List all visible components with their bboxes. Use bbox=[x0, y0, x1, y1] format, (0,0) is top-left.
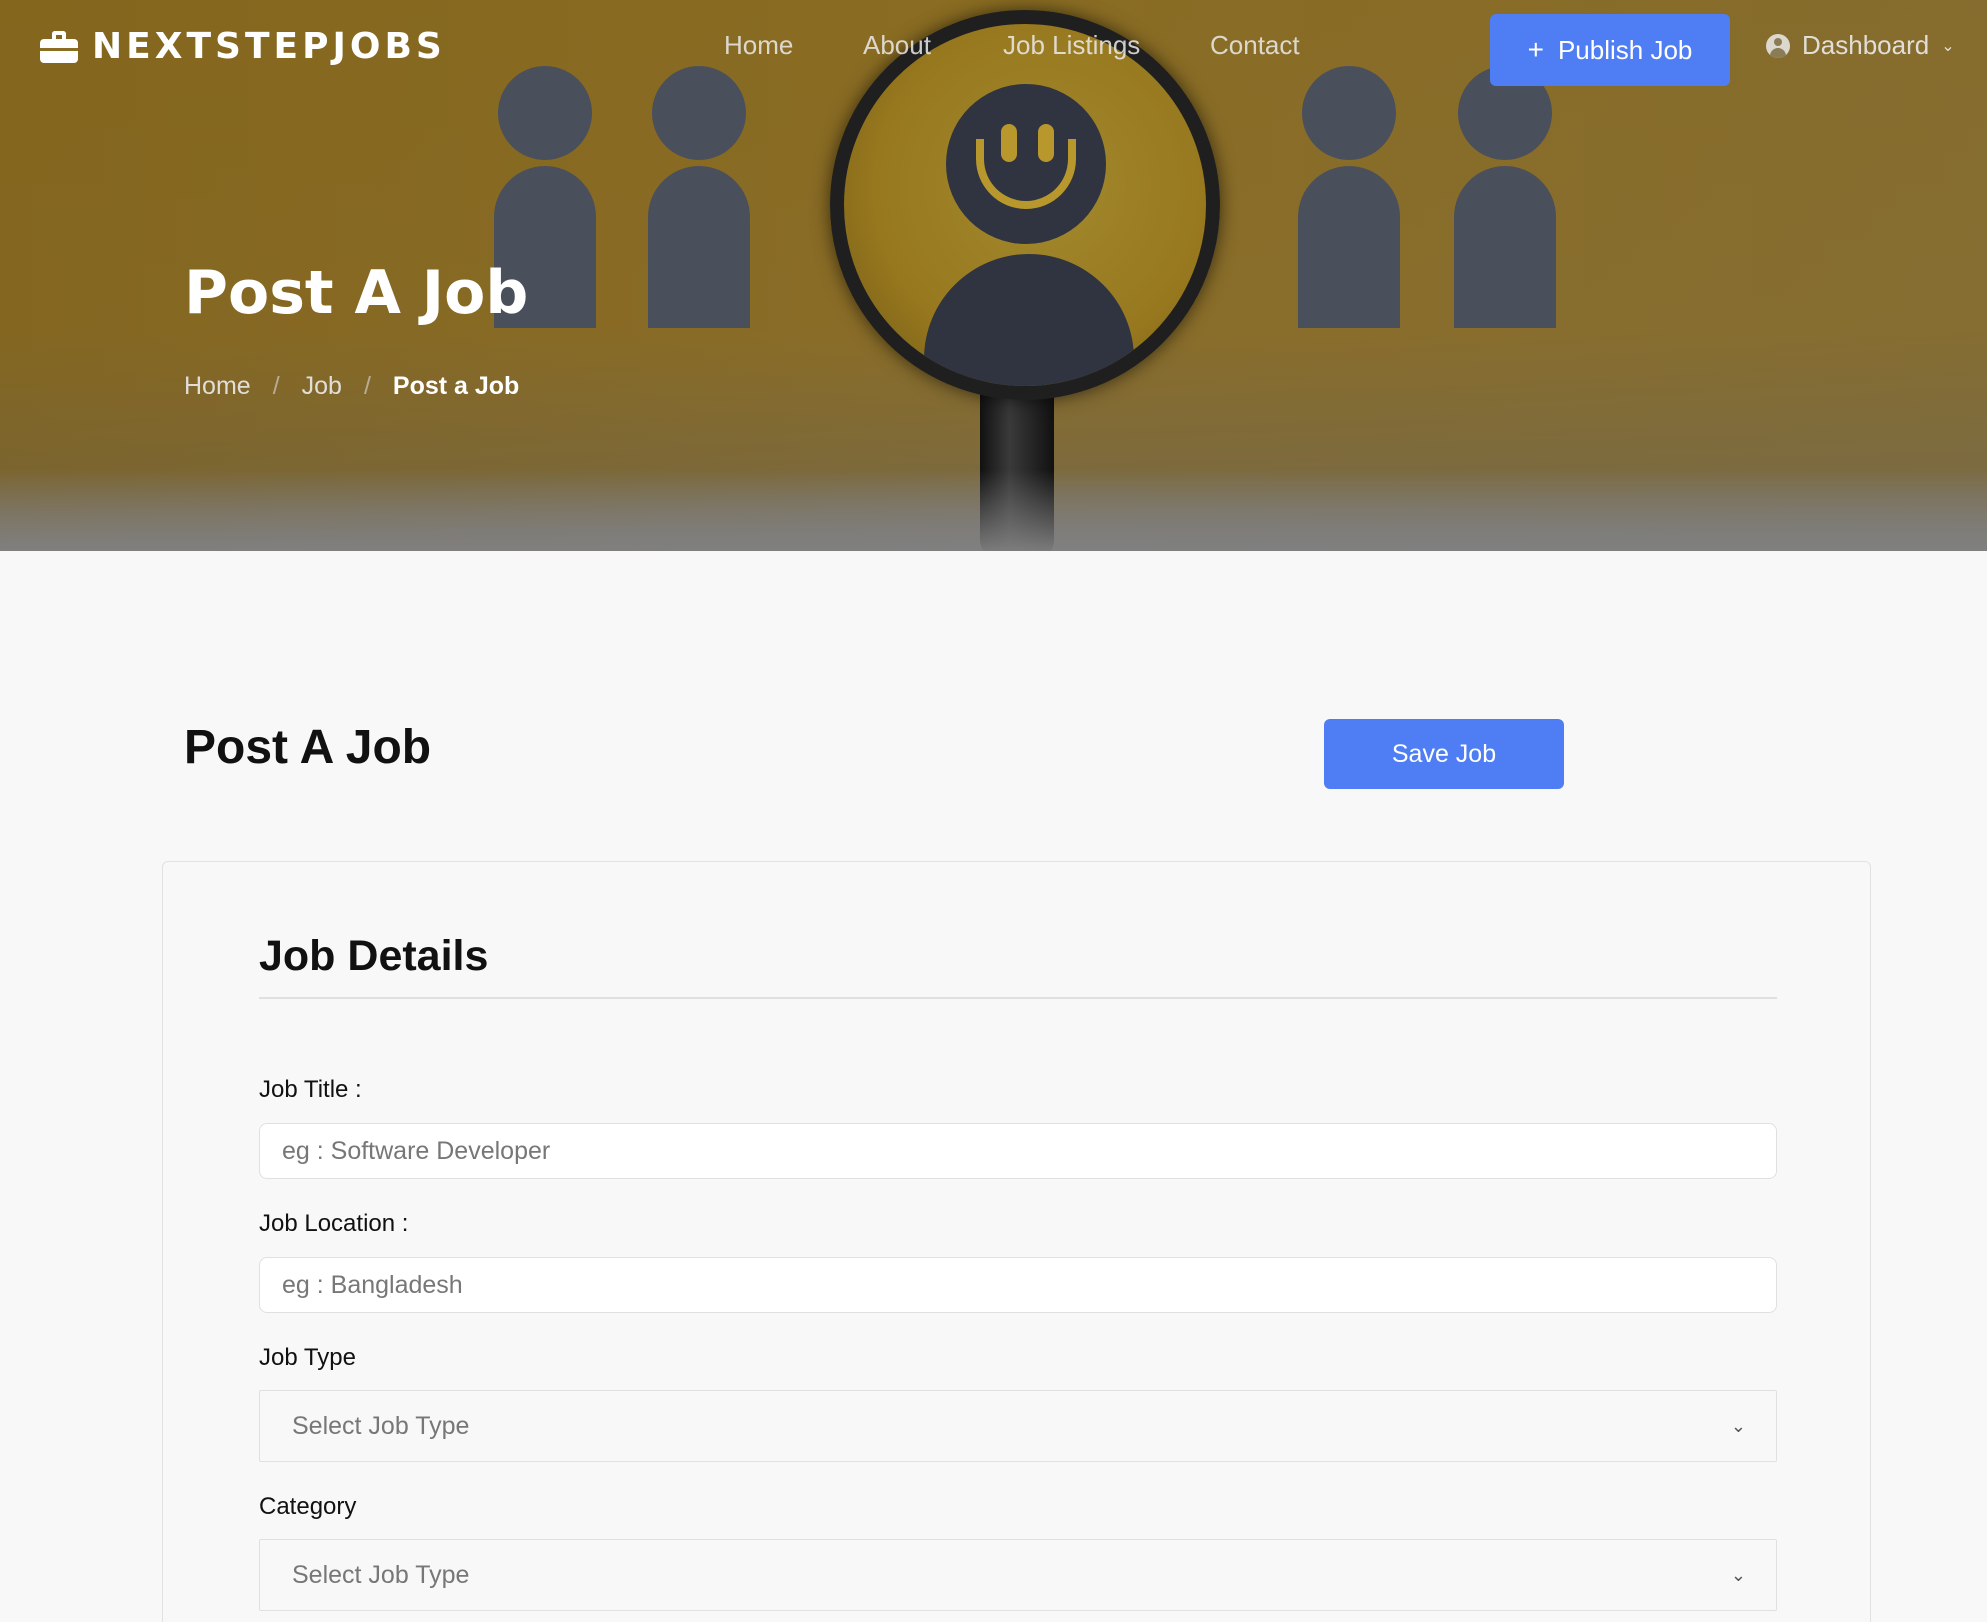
job-details-card: Job Details Job Title : Job Location : J… bbox=[162, 861, 1871, 1622]
breadcrumb: Home / Job / Post a Job bbox=[184, 372, 519, 401]
nav-home[interactable]: Home bbox=[724, 30, 793, 61]
breadcrumb-job[interactable]: Job bbox=[302, 372, 342, 401]
nav-job-listings[interactable]: Job Listings bbox=[1003, 30, 1140, 61]
breadcrumb-separator: / bbox=[272, 372, 280, 400]
breadcrumb-current: Post a Job bbox=[392, 372, 520, 400]
publish-job-button[interactable]: + Publish Job bbox=[1490, 14, 1730, 86]
plus-icon: + bbox=[1527, 34, 1544, 65]
user-circle-icon bbox=[1766, 33, 1790, 58]
section-title: Job Details bbox=[259, 932, 489, 980]
chevron-down-icon: ⌄ bbox=[1730, 1564, 1746, 1585]
smiley-face bbox=[946, 84, 1106, 244]
category-label: Category bbox=[259, 1493, 357, 1520]
chevron-down-icon: ⌄ bbox=[1730, 1415, 1746, 1436]
category-select[interactable]: Select Job Type ⌄ bbox=[259, 1539, 1777, 1611]
breadcrumb-home[interactable]: Home bbox=[184, 372, 251, 401]
dashboard-menu[interactable]: Dashboard ⌄ bbox=[1766, 30, 1955, 61]
briefcase-icon bbox=[40, 30, 78, 63]
section-divider bbox=[259, 997, 1777, 999]
chevron-down-icon: ⌄ bbox=[1941, 37, 1955, 55]
smiley-body bbox=[924, 254, 1134, 386]
save-job-button[interactable]: Save Job bbox=[1324, 719, 1564, 789]
magnifying-glass-icon bbox=[830, 10, 1220, 400]
hero-title: Post A Job bbox=[184, 258, 529, 328]
dashboard-label: Dashboard bbox=[1802, 30, 1930, 60]
page-title: Post A Job bbox=[184, 721, 432, 774]
hero-fade bbox=[0, 470, 1987, 551]
job-type-label: Job Type bbox=[259, 1344, 356, 1371]
brand-logo[interactable]: NEXTSTEPJOBS bbox=[40, 26, 446, 67]
job-type-selected: Select Job Type bbox=[292, 1411, 470, 1440]
category-selected: Select Job Type bbox=[292, 1560, 470, 1589]
nav-contact[interactable]: Contact bbox=[1210, 30, 1300, 61]
job-title-input[interactable] bbox=[259, 1123, 1777, 1179]
job-title-label: Job Title : bbox=[259, 1076, 362, 1103]
nav-about[interactable]: About bbox=[863, 30, 931, 61]
job-location-label: Job Location : bbox=[259, 1210, 409, 1237]
brand-name: NEXTSTEPJOBS bbox=[92, 26, 446, 67]
breadcrumb-separator: / bbox=[363, 372, 371, 400]
publish-job-label: Publish Job bbox=[1557, 34, 1693, 65]
job-type-select[interactable]: Select Job Type ⌄ bbox=[259, 1390, 1777, 1462]
job-location-input[interactable] bbox=[259, 1257, 1777, 1313]
